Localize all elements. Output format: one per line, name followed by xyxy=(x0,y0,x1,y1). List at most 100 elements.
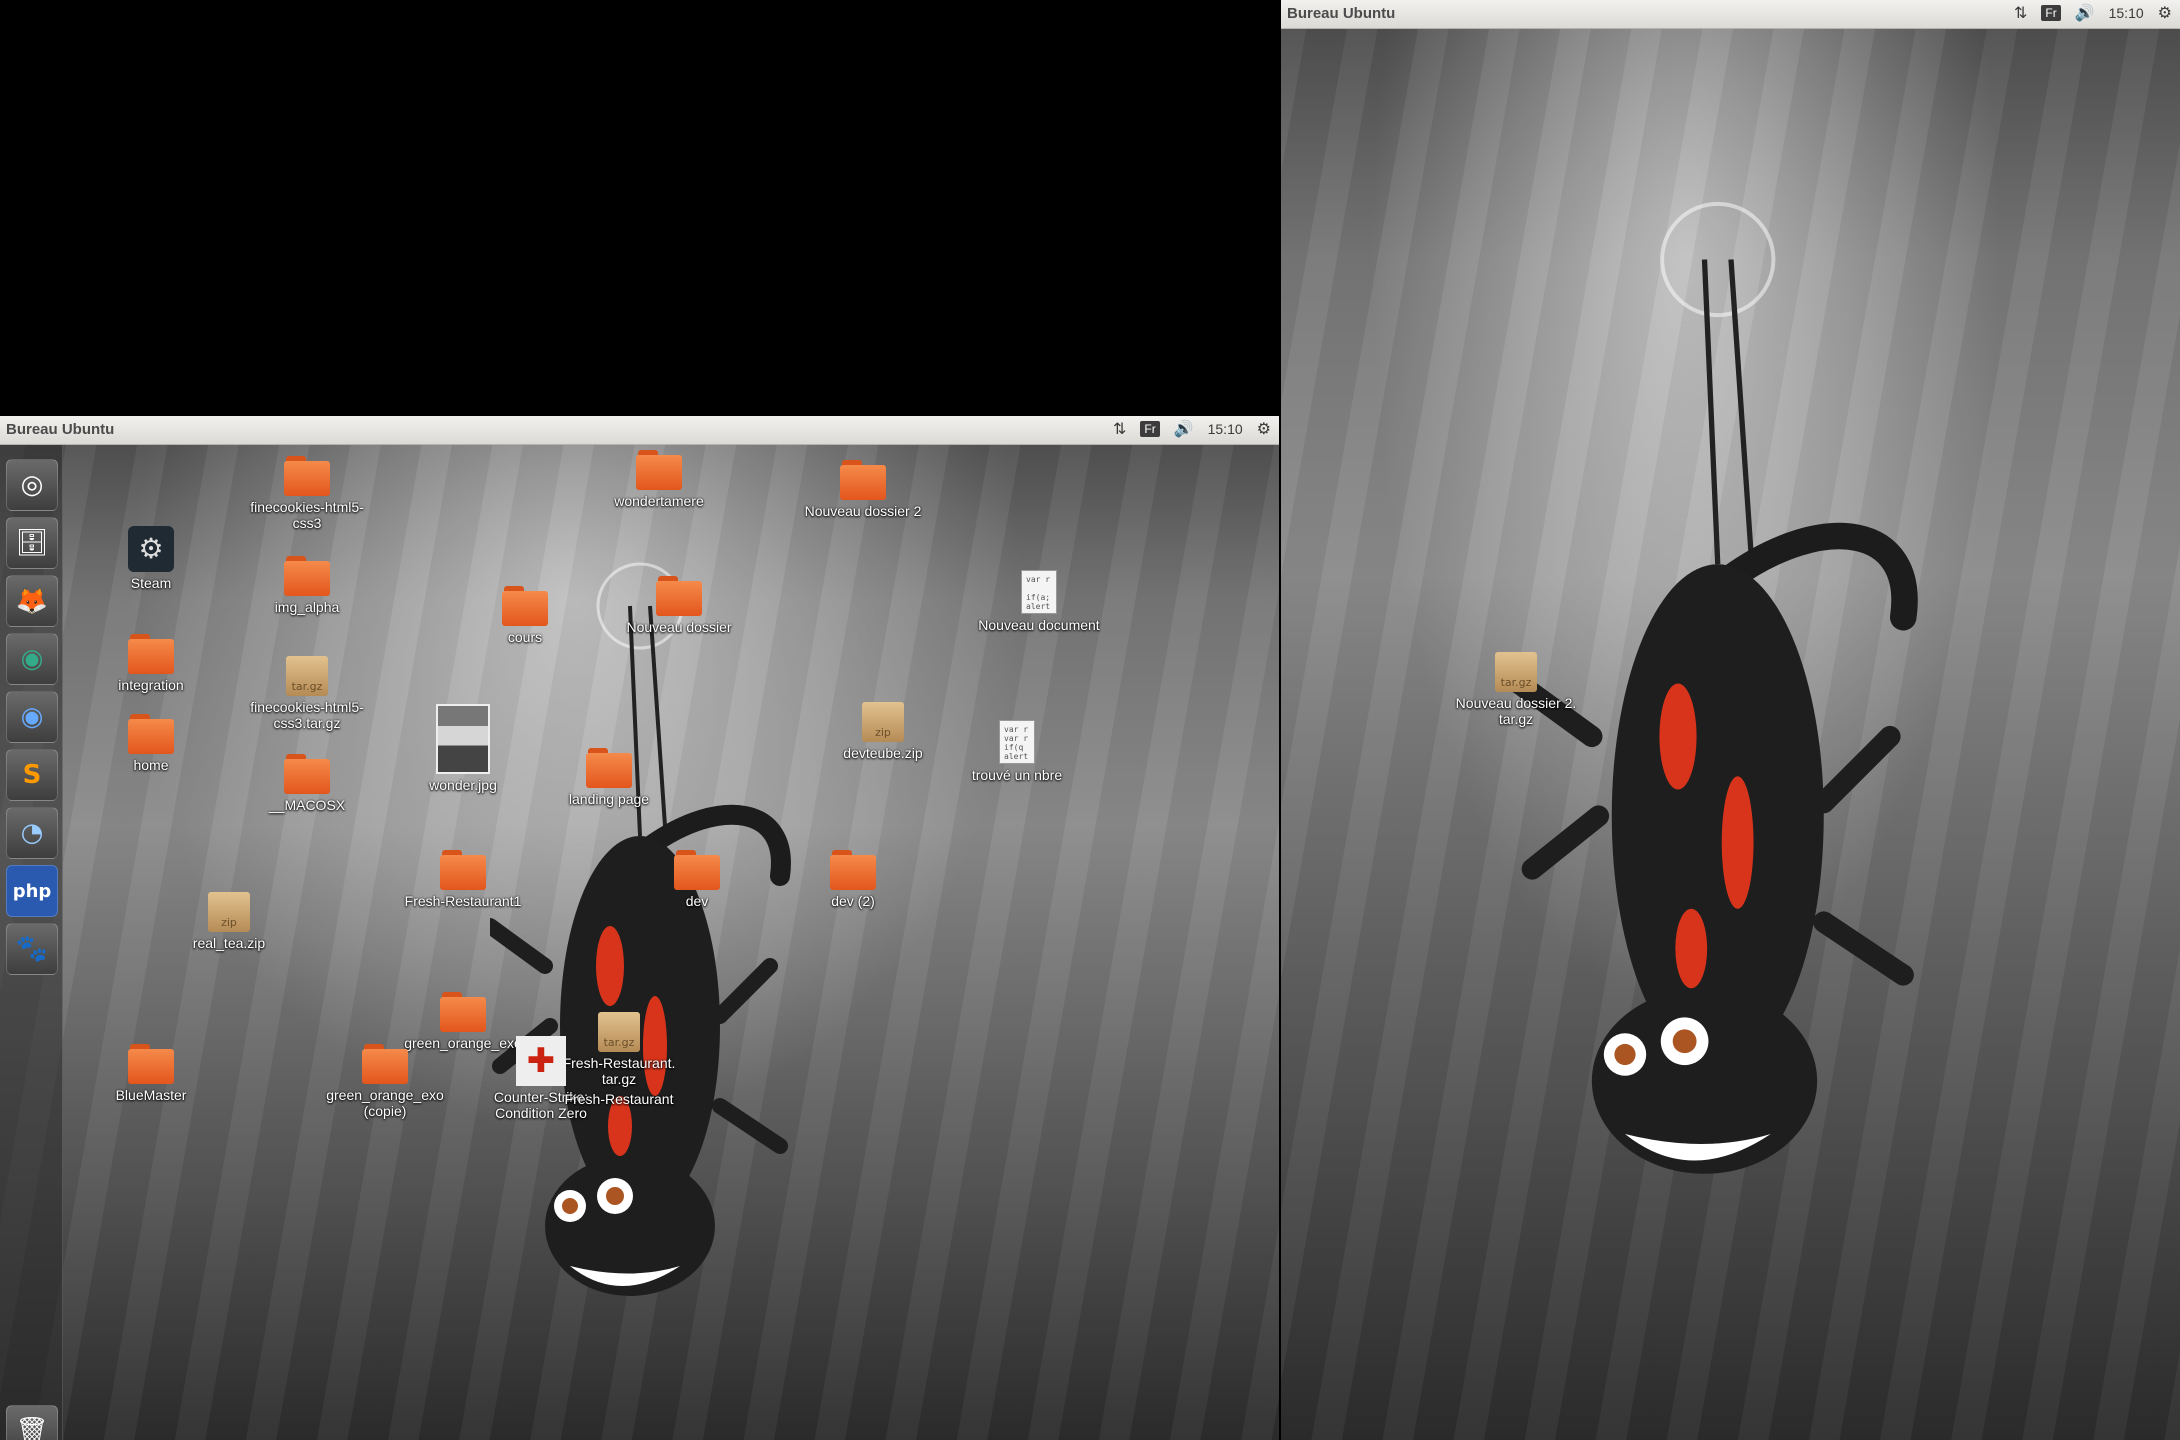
text-document-icon: var r var r if(q alert xyxy=(999,720,1035,764)
system-tray: ⇅ Fr 🔊 15:10 ⚙ xyxy=(2014,3,2172,23)
folder-icon xyxy=(128,634,174,674)
icon-label: Steam xyxy=(130,575,172,591)
folder-icon xyxy=(636,450,682,490)
phpstorm-icon[interactable]: php xyxy=(6,865,58,917)
icon-label: wondertamere xyxy=(614,493,704,509)
desktop-icon-folder[interactable]: cours xyxy=(450,586,600,645)
settings-gear-icon[interactable]: ⚙ xyxy=(2158,3,2172,23)
top-panel: Bureau Ubuntu ⇅ Fr 🔊 15:10 ⚙ xyxy=(1281,0,2180,29)
keyboard-layout-indicator[interactable]: Fr xyxy=(2041,5,2061,21)
desktop-icon-game[interactable]: ✚ Counter-Strike: Condition Zero xyxy=(466,1036,616,1121)
desktop-icon-folder[interactable]: dev (2) xyxy=(778,850,928,909)
desktop-icon-folder[interactable]: Fresh-Restaurant1 xyxy=(388,850,538,909)
folder-icon xyxy=(440,992,486,1032)
clock[interactable]: 15:10 xyxy=(1208,421,1243,437)
icon-label: integration xyxy=(118,677,184,693)
desktop-icon-document[interactable]: var r var r if(q alert trouvé un nbre xyxy=(942,720,1092,783)
desktop-icon-document[interactable]: var r if(a; alert Nouveau document xyxy=(964,570,1114,633)
unity-launcher: ◎ 🗄 🦊 ◉ ◉ S ◔ php 🐾 🗑 xyxy=(0,445,63,1440)
archive-icon: tar.gz xyxy=(286,656,328,696)
desktop-icon-archive[interactable]: zip devteube.zip xyxy=(808,702,958,761)
icon-label: Nouveau dossier 2. tar.gz xyxy=(1455,695,1577,727)
clock[interactable]: 15:10 xyxy=(2109,5,2144,21)
trash-icon[interactable]: 🗑 xyxy=(6,1405,58,1440)
desktop-icon-image[interactable]: wonder.jpg xyxy=(388,704,538,793)
folder-icon xyxy=(284,556,330,596)
icon-label: Fresh-Restaurant1 xyxy=(404,893,522,909)
desktop-icon-folder[interactable]: __MACOSX xyxy=(232,754,382,813)
gimp-icon[interactable]: 🐾 xyxy=(6,923,58,975)
folder-icon xyxy=(128,714,174,754)
text-document-icon: var r if(a; alert xyxy=(1021,570,1057,614)
icon-label: devteube.zip xyxy=(843,745,923,761)
firefox-glyph: 🦊 xyxy=(15,586,49,616)
folder-icon xyxy=(586,748,632,788)
icon-label: real_tea.zip xyxy=(192,935,266,951)
icon-label: Nouveau dossier 2 xyxy=(804,503,922,519)
desktop-icon-folder[interactable]: green_orange_exo (copie) xyxy=(310,1044,460,1119)
keyboard-layout-indicator[interactable]: Fr xyxy=(1140,421,1160,437)
icon-label: img_alpha xyxy=(274,599,340,615)
desktop-icon-folder[interactable]: wondertamere xyxy=(584,450,734,509)
desktop-icon-archive[interactable]: zip real_tea.zip xyxy=(154,892,304,951)
desktop-icon-folder-label[interactable]: Fresh-Restaurant xyxy=(544,1088,694,1107)
volume-icon[interactable]: 🔊 xyxy=(1174,419,1194,439)
icon-label: finecookies-html5- css3 xyxy=(250,499,364,531)
chromium-icon[interactable]: ◉ xyxy=(6,691,58,743)
firefox-icon[interactable]: 🦊 xyxy=(6,575,58,627)
system-tray: ⇅ Fr 🔊 15:10 ⚙ xyxy=(1113,419,1271,439)
icon-label: dev xyxy=(685,893,709,909)
folder-icon xyxy=(284,754,330,794)
desktop-icon-folder[interactable]: Nouveau dossier xyxy=(604,576,754,635)
folder-icon xyxy=(284,456,330,496)
desktop-icon-archive[interactable]: tar.gz Nouveau dossier 2. tar.gz xyxy=(1441,652,1591,727)
icon-label: cours xyxy=(507,629,543,645)
counter-strike-icon: ✚ xyxy=(516,1036,566,1086)
desktop-icon-folder[interactable]: BlueMaster xyxy=(76,1044,226,1103)
ubuntu-dash-icon[interactable]: ◎ xyxy=(6,459,58,511)
icon-label: finecookies-html5- css3.tar.gz xyxy=(250,699,364,731)
phpstorm-glyph: php xyxy=(12,880,52,902)
desktop-icon-folder[interactable]: home xyxy=(76,714,226,773)
settings-gear-icon[interactable]: ⚙ xyxy=(1257,419,1271,439)
folder-icon xyxy=(128,1044,174,1084)
icon-label: Nouveau dossier xyxy=(626,619,732,635)
folder-icon xyxy=(674,850,720,890)
swirl-app-glyph: ◔ xyxy=(20,818,44,848)
network-icon[interactable]: ⇅ xyxy=(2014,3,2027,23)
sublime-text-icon[interactable]: S xyxy=(6,749,58,801)
archive-icon: tar.gz xyxy=(1495,652,1537,692)
folder-icon xyxy=(830,850,876,890)
panel-title: Bureau Ubuntu xyxy=(6,421,115,438)
sublime-text-glyph: S xyxy=(22,760,42,790)
desktop-icon-folder[interactable]: img_alpha xyxy=(232,556,382,615)
network-icon[interactable]: ⇅ xyxy=(1113,419,1126,439)
icon-label: BlueMaster xyxy=(115,1087,187,1103)
volume-icon[interactable]: 🔊 xyxy=(2075,3,2095,23)
folder-icon xyxy=(440,850,486,890)
archive-icon: zip xyxy=(862,702,904,742)
files-icon[interactable]: 🗄 xyxy=(6,517,58,569)
icon-label: trouvé un nbre xyxy=(971,767,1063,783)
icon-label: Fresh-Restaurant xyxy=(564,1091,674,1107)
steam-icon: ⚙ xyxy=(128,526,174,572)
icon-label: landing page xyxy=(568,791,650,807)
trash-glyph: 🗑 xyxy=(15,1416,49,1440)
folder-icon xyxy=(656,576,702,616)
gimp-glyph: 🐾 xyxy=(15,934,49,964)
swirl-app-icon[interactable]: ◔ xyxy=(6,807,58,859)
files-glyph: 🗄 xyxy=(15,528,49,558)
icon-label: Nouveau document xyxy=(978,617,1100,633)
chrome-icon[interactable]: ◉ xyxy=(6,633,58,685)
panel-title: Bureau Ubuntu xyxy=(1287,5,1396,22)
desktop-icon-folder[interactable]: dev xyxy=(622,850,772,909)
desktop-icon-folder[interactable]: integration xyxy=(76,634,226,693)
chromium-glyph: ◉ xyxy=(20,702,44,732)
ubuntu-dash-glyph: ◎ xyxy=(20,470,44,500)
desktop-icon-folder[interactable]: landing page xyxy=(534,748,684,807)
archive-icon: zip xyxy=(208,892,250,932)
desktop-icon-steam[interactable]: ⚙ Steam xyxy=(76,526,226,591)
desktop-icon-archive[interactable]: tar.gz finecookies-html5- css3.tar.gz xyxy=(232,656,382,731)
desktop-icon-folder[interactable]: finecookies-html5- css3 xyxy=(232,456,382,531)
desktop-icon-folder[interactable]: Nouveau dossier 2 xyxy=(788,460,938,519)
